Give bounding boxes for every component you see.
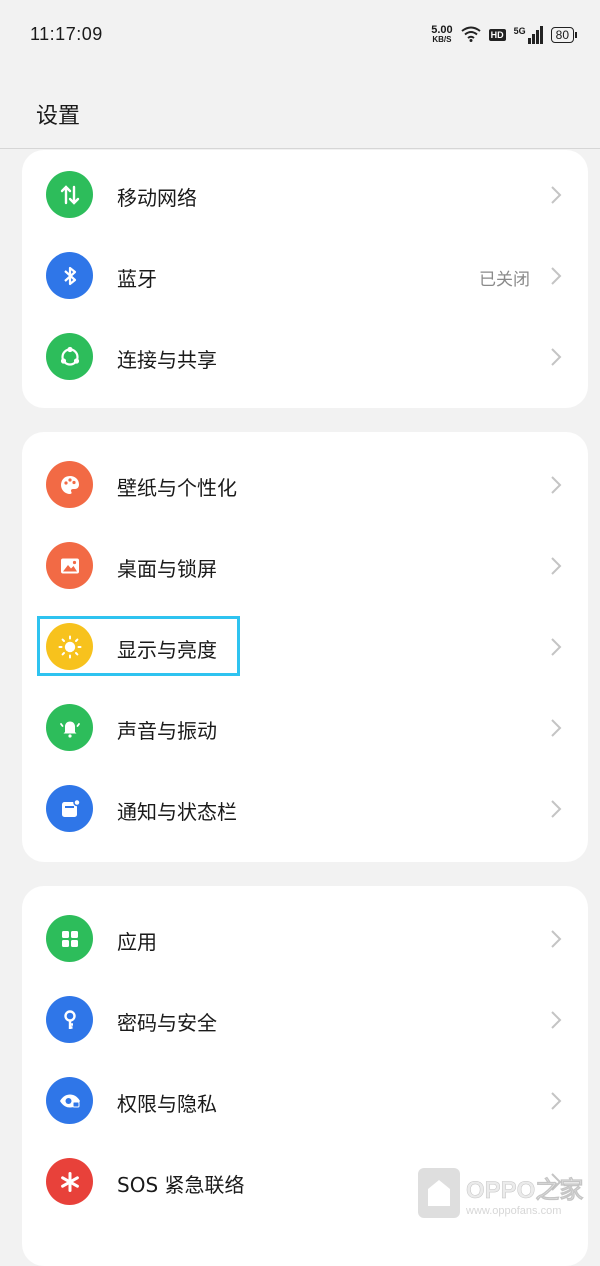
privacy-eye-icon [46, 1077, 93, 1124]
bell-icon [46, 704, 93, 751]
network-speed: 5.00 KB/S [431, 24, 453, 45]
row-label: 权限与隐私 [117, 1092, 217, 1116]
watermark-brand: OPPO之家 [466, 1176, 584, 1204]
chevron-right-icon [551, 267, 562, 285]
image-icon [46, 542, 93, 589]
battery-indicator: 80 [550, 27, 578, 43]
hd-badge: HD [488, 29, 506, 41]
row-sound-vibration[interactable]: 声音与振动 [22, 687, 588, 768]
row-bluetooth[interactable]: 蓝牙 已关闭 [22, 235, 588, 316]
wifi-icon [461, 26, 481, 45]
row-label: 声音与振动 [117, 719, 217, 743]
chevron-right-icon [551, 1011, 562, 1029]
row-label: SOS 紧急联络 [117, 1173, 245, 1197]
row-permissions-privacy[interactable]: 权限与隐私 [22, 1060, 588, 1141]
row-notification-statusbar[interactable]: 通知与状态栏 [22, 768, 588, 849]
network-speed-value: 5.00 [431, 24, 453, 36]
bluetooth-icon [46, 252, 93, 299]
watermark: OPPO之家 www.oppofans.com [418, 1168, 584, 1218]
row-wallpaper-personalization[interactable]: 壁纸与个性化 [22, 444, 588, 525]
status-time: 11:17:09 [30, 24, 103, 44]
chevron-right-icon [551, 930, 562, 948]
row-label: 壁纸与个性化 [117, 476, 237, 500]
watermark-url: www.oppofans.com [466, 1204, 562, 1217]
row-label: 通知与状态栏 [117, 800, 237, 824]
row-label: 密码与安全 [117, 1011, 217, 1035]
share-connection-icon [46, 333, 93, 380]
chevron-right-icon [551, 348, 562, 366]
row-label: 连接与共享 [117, 348, 217, 372]
bluetooth-status: 已关闭 [479, 270, 530, 290]
row-label: 移动网络 [117, 186, 197, 210]
notification-icon [46, 785, 93, 832]
chevron-right-icon [551, 1092, 562, 1110]
watermark-logo-icon [418, 1168, 460, 1218]
row-password-security[interactable]: 密码与安全 [22, 979, 588, 1060]
watermark-text: OPPO之家 www.oppofans.com [466, 1170, 584, 1217]
key-icon [46, 996, 93, 1043]
row-label: 蓝牙 [117, 267, 157, 291]
chevron-right-icon [551, 186, 562, 204]
row-label: 桌面与锁屏 [117, 557, 217, 581]
row-desktop-lockscreen[interactable]: 桌面与锁屏 [22, 525, 588, 606]
chevron-right-icon [551, 719, 562, 737]
status-bar: 11:17:09 5.00 KB/S HD 5G 80 [0, 0, 600, 70]
title-bar: 设置 [0, 70, 600, 149]
page-title: 设置 [36, 104, 81, 129]
apps-grid-icon [46, 915, 93, 962]
row-mobile-network[interactable]: 移动网络 [22, 154, 588, 235]
chevron-right-icon [551, 800, 562, 818]
palette-icon [46, 461, 93, 508]
row-connection-sharing[interactable]: 连接与共享 [22, 316, 588, 397]
settings-card-connectivity: 移动网络 蓝牙 已关闭 连接与共享 [22, 150, 588, 408]
chevron-right-icon [551, 476, 562, 494]
row-label: 应用 [117, 930, 157, 954]
row-apps[interactable]: 应用 [22, 898, 588, 979]
chevron-right-icon [551, 638, 562, 656]
cellular-signal-icon: 5G [514, 26, 543, 44]
network-speed-unit: KB/S [432, 35, 452, 44]
network-type: 5G [513, 26, 526, 36]
mobile-data-icon [46, 171, 93, 218]
highlight-box [37, 616, 240, 676]
chevron-right-icon [551, 557, 562, 575]
asterisk-icon [46, 1158, 93, 1205]
status-icons: 5.00 KB/S HD 5G 80 [431, 24, 578, 46]
